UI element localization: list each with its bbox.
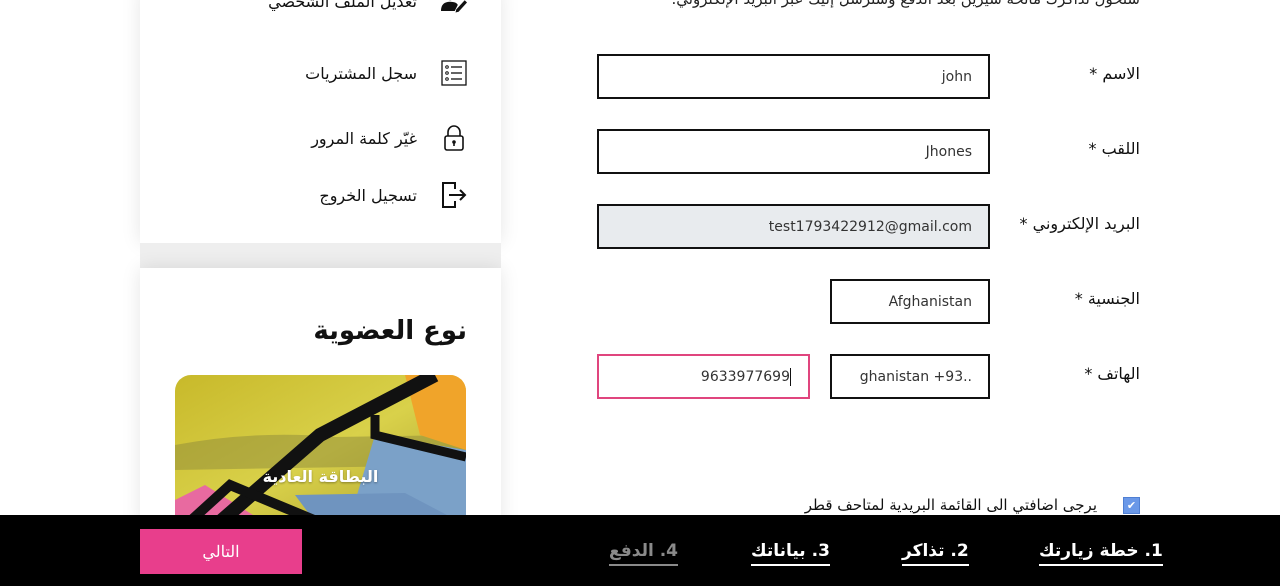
last-name-label: اللقب * <box>1088 139 1140 158</box>
sidebar-separator <box>140 243 501 268</box>
email-field[interactable]: test1793422912@gmail.com <box>597 204 990 249</box>
nationality-label: الجنسية * <box>1074 289 1140 308</box>
membership-card-label: البطاقة العادية <box>262 467 379 486</box>
nationality-select[interactable]: Afghanistan <box>830 279 990 324</box>
first-name-label: الاسم * <box>1089 64 1140 83</box>
newsletter-label: يرجى اضافتي الى القائمة البريدية لمتاحف … <box>804 496 1097 514</box>
logout-icon <box>441 181 467 209</box>
phone-label: الهاتف * <box>1084 364 1140 383</box>
text-caret <box>790 367 791 386</box>
membership-card[interactable]: البطاقة العادية <box>175 375 466 535</box>
lock-icon <box>441 124 467 152</box>
list-icon <box>441 59 467 87</box>
step-tickets[interactable]: 2. تذاكر <box>902 541 969 566</box>
membership-title: نوع العضوية <box>313 316 467 346</box>
page: تعديل الملف الشخصي سجل المشتريات غيّر كل… <box>0 0 1280 586</box>
membership-card-image <box>175 375 466 535</box>
edit-user-icon <box>441 0 467 15</box>
first-name-field[interactable]: john <box>597 54 990 99</box>
step-plan-visit[interactable]: 1. خطة زيارتك <box>1039 541 1163 566</box>
sidebar-item-logout[interactable]: تسجيل الخروج <box>319 175 467 215</box>
newsletter-option: يرجى اضافتي الى القائمة البريدية لمتاحف … <box>805 496 1140 514</box>
sidebar-item-purchase-history[interactable]: سجل المشتريات <box>305 53 467 93</box>
sidebar-item-edit-profile[interactable]: تعديل الملف الشخصي <box>268 0 467 21</box>
checkout-footer: التالي 4. الدفع 3. بياناتك 2. تذاكر 1. خ… <box>0 515 1280 586</box>
phone-number-field[interactable]: 9633977699 <box>597 354 810 399</box>
step-your-details[interactable]: 3. بياناتك <box>751 541 830 566</box>
last-name-field[interactable]: Jhones <box>597 129 990 174</box>
email-label: البريد الإلكتروني * <box>1019 214 1140 233</box>
next-button[interactable]: التالي <box>140 529 302 574</box>
sidebar-item-label: غيّر كلمة المرور <box>311 128 417 148</box>
tickets-note: ستحول تذاكرك ماتحة شيرين بعد الدفع وستُر… <box>600 0 1140 8</box>
newsletter-checkbox[interactable]: ✔ <box>1123 496 1140 514</box>
step-payment[interactable]: 4. الدفع <box>609 541 678 566</box>
phone-number-value: 9633977699 <box>700 368 790 385</box>
account-sidebar: تعديل الملف الشخصي سجل المشتريات غيّر كل… <box>140 0 501 243</box>
membership-panel: نوع العضوية البطاقة العادية <box>140 268 501 535</box>
sidebar-item-change-password[interactable]: غيّر كلمة المرور <box>311 118 467 158</box>
sidebar-item-label: تعديل الملف الشخصي <box>268 0 417 11</box>
phone-country-select[interactable]: ghanistan +93.. <box>830 354 990 399</box>
sidebar-item-label: تسجيل الخروج <box>319 185 417 205</box>
check-icon: ✔ <box>1126 498 1137 512</box>
sidebar-item-label: سجل المشتريات <box>305 63 417 83</box>
